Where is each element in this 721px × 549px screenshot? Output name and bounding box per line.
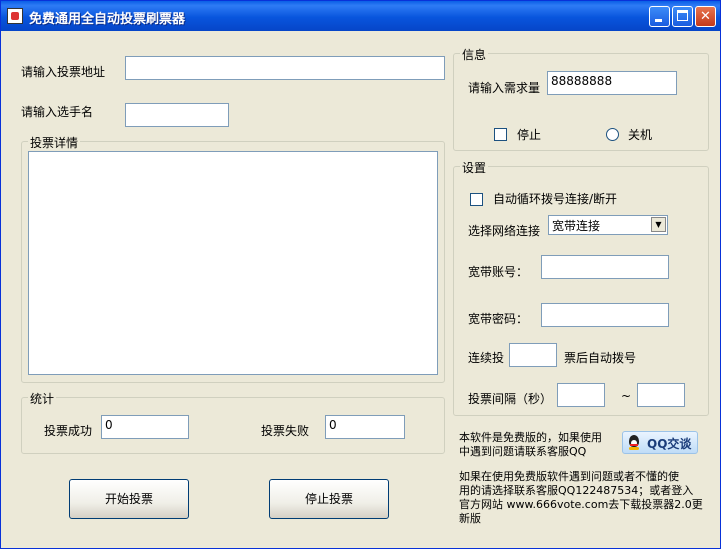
qq-chat-label: QQ交谈: [647, 437, 692, 451]
continuous-label: 连续投: [468, 351, 505, 365]
vote-url-input[interactable]: [125, 56, 445, 80]
contestant-name-input[interactable]: [125, 103, 229, 127]
auto-dial-label: 自动循环拨号连接/断开: [493, 192, 618, 206]
minimize-icon: [655, 19, 662, 22]
help-text-line2: 用的请选择联系客服QQ122487534；或者登入: [459, 484, 694, 497]
contestant-name-label: 请输入选手名: [21, 105, 94, 119]
vote-details-title: 投票详情: [28, 134, 81, 151]
shutdown-label: 关机: [628, 128, 653, 142]
network-select-value: 宽带连接: [552, 219, 601, 233]
after-votes-label: 票后自动拨号: [564, 351, 637, 365]
account-input[interactable]: [541, 255, 669, 279]
maximize-icon: [677, 10, 688, 21]
free-notice-line2: 中遇到问题请联系客服QQ: [459, 445, 587, 458]
stats-title: 统计: [28, 390, 57, 407]
demand-label: 请输入需求量: [468, 81, 541, 95]
password-input[interactable]: [541, 303, 669, 327]
stop-checkbox[interactable]: [494, 128, 507, 141]
network-select[interactable]: 宽带连接 ▼: [548, 215, 668, 235]
start-vote-button[interactable]: 开始投票: [69, 479, 189, 519]
stop-label: 停止: [517, 128, 542, 142]
interval-max-input[interactable]: [637, 383, 685, 407]
vote-url-label: 请输入投票地址: [21, 65, 106, 79]
close-icon: ✕: [700, 9, 711, 24]
window-title: 免费通用全自动投票刷票器: [29, 12, 186, 27]
demand-input[interactable]: 88888888: [547, 71, 677, 95]
interval-label: 投票间隔（秒）: [468, 392, 553, 406]
interval-tilde: ~: [621, 389, 632, 403]
auto-dial-checkbox[interactable]: [470, 193, 483, 206]
free-notice-line1: 本软件是免费版的，如果使用: [459, 431, 602, 444]
continuous-count-input[interactable]: [509, 343, 557, 367]
info-title: 信息: [460, 46, 489, 63]
qq-chat-button[interactable]: QQ交谈: [622, 431, 698, 454]
help-text-line4: 新版: [459, 512, 481, 525]
app-icon: [7, 8, 23, 24]
fail-label: 投票失败: [261, 424, 310, 438]
shutdown-radio[interactable]: [606, 128, 619, 141]
help-text-line1: 如果在使用免费版软件遇到问题或者不懂的使: [459, 470, 679, 483]
success-label: 投票成功: [44, 424, 93, 438]
account-label: 宽带账号：: [468, 265, 529, 279]
fail-count-field[interactable]: 0: [325, 415, 405, 439]
password-label: 宽带密码：: [468, 312, 529, 326]
minimize-button[interactable]: [649, 6, 670, 27]
vote-details-log[interactable]: [28, 151, 438, 375]
stop-vote-button[interactable]: 停止投票: [269, 479, 389, 519]
info-group: [453, 53, 709, 151]
settings-title: 设置: [460, 159, 489, 176]
qq-penguin-icon: [627, 435, 641, 450]
interval-min-input[interactable]: [557, 383, 605, 407]
chevron-down-icon[interactable]: ▼: [651, 217, 666, 232]
close-button[interactable]: ✕: [695, 6, 716, 27]
help-text-line3: 官方网站 www.666vote.com去下载投票器2.0更: [459, 498, 703, 511]
title-bar[interactable]: 免费通用全自动投票刷票器 ✕: [1, 1, 720, 31]
network-label: 选择网络连接: [468, 224, 541, 238]
maximize-button[interactable]: [672, 6, 693, 27]
app-window: 免费通用全自动投票刷票器 ✕ 请输入投票地址 请输入选手名 投票详情 统计 投票…: [0, 0, 721, 549]
success-count-field[interactable]: 0: [101, 415, 189, 439]
